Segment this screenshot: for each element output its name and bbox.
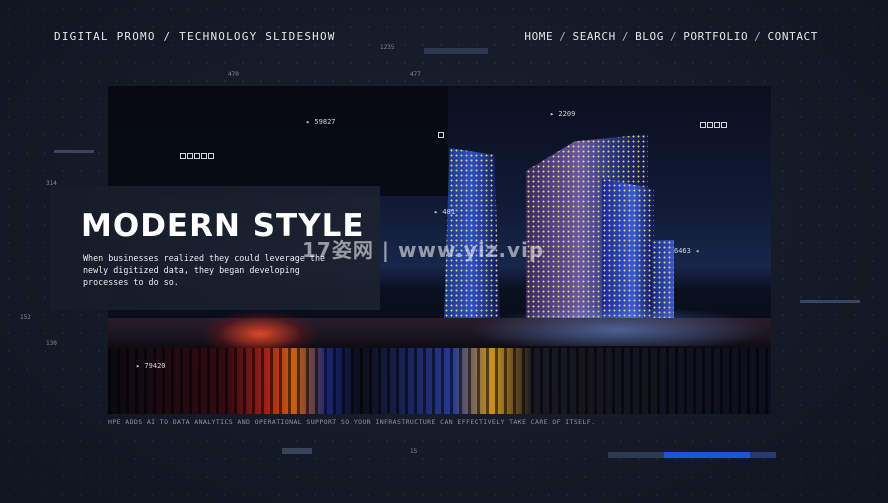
- hud-square: [714, 122, 720, 128]
- glitch-bar: [750, 452, 776, 458]
- nav-item-portfolio[interactable]: PORTFOLIO: [683, 30, 748, 43]
- hero-description: When businesses realized they could leve…: [83, 253, 326, 287]
- tower-right: [602, 178, 654, 318]
- main-nav: HOME / SEARCH / BLOG / PORTFOLIO / CONTA…: [524, 30, 818, 43]
- hud-square: [438, 132, 444, 138]
- nav-item-contact[interactable]: CONTACT: [767, 30, 818, 43]
- nav-item-blog[interactable]: BLOG: [635, 30, 664, 43]
- hud-square: [194, 153, 200, 159]
- hud-bar-left: [54, 150, 94, 153]
- hud-label-470: 470: [228, 71, 239, 78]
- hud-square: [180, 153, 186, 159]
- page-title: DIGITAL PROMO / TECHNOLOGY SLIDESHOW: [54, 30, 336, 43]
- fountain-glow: [200, 310, 320, 350]
- hud-bar-top: [424, 48, 488, 54]
- hud-label-477: 477: [410, 71, 421, 78]
- hud-square: [707, 122, 713, 128]
- hud-square: [208, 153, 214, 159]
- nav-item-home[interactable]: HOME: [524, 30, 553, 43]
- glitch-bar-accent: [664, 452, 750, 458]
- hud-square: [187, 153, 193, 159]
- hud-label-79420: ▸ 79420: [136, 362, 166, 370]
- hud-square: [721, 122, 727, 128]
- nav-separator: /: [559, 30, 567, 43]
- hud-label-2209: ▸ 2209: [550, 110, 576, 118]
- glitch-bar: [282, 448, 312, 454]
- hud-label-15: 15: [410, 448, 418, 455]
- hud-label-6463: 6463 ◂: [674, 247, 700, 255]
- nav-item-search[interactable]: SEARCH: [572, 30, 615, 43]
- lights-glow: [468, 306, 768, 346]
- hud-label-1235: 1235: [380, 44, 395, 51]
- footer-tagline: HPE ADDS AI TO DATA ANALYTICS AND OPERAT…: [108, 418, 596, 426]
- hud-label-152: 152: [20, 314, 31, 321]
- nav-separator: /: [754, 30, 762, 43]
- image-dark-overlay: [108, 86, 448, 196]
- hud-label-481: ▸ 481: [434, 208, 456, 216]
- hud-square: [201, 153, 207, 159]
- nav-separator: /: [669, 30, 678, 43]
- reflection-streaks: [108, 348, 771, 414]
- watermark-text: 17姿网 | www.yiz.vip: [302, 238, 545, 262]
- hud-square: [700, 122, 706, 128]
- tower-left: [444, 148, 500, 318]
- hud-label-59827: ▸ 59827: [306, 118, 336, 126]
- nav-separator: /: [621, 30, 630, 43]
- glitch-bar: [608, 452, 664, 458]
- hud-label-130: 130: [46, 340, 57, 347]
- hud-bar-right: [800, 300, 860, 303]
